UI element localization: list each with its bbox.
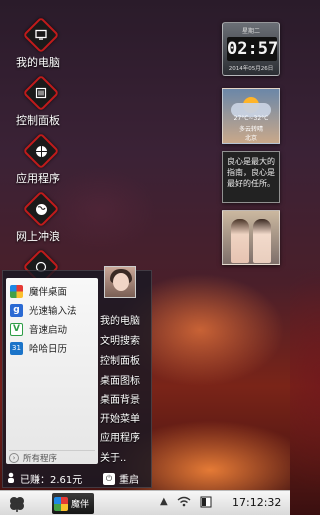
- menu-item-haha-calendar[interactable]: 31 哈哈日历: [10, 340, 67, 356]
- calendar-icon: 31: [10, 341, 23, 355]
- photo-widget[interactable]: [222, 210, 280, 265]
- computer-monitor-icon: [28, 22, 54, 48]
- taskbar-app-label: 魔伴: [71, 500, 90, 510]
- avatar-face: [113, 273, 129, 291]
- menu-item-label: 音速启动: [29, 325, 68, 336]
- weather-desc: 多云转晴: [238, 126, 263, 133]
- weather-widget[interactable]: 27°C~32°C 多云转晴 北京: [222, 88, 280, 144]
- tray-up-arrow-icon[interactable]: ▲: [160, 496, 168, 507]
- info-icon: [6, 472, 16, 486]
- start-menu-footer: 已赚：2.61元 ⏻ 重启: [2, 468, 152, 488]
- menu-right-desktop-bg[interactable]: 桌面背景: [100, 391, 140, 406]
- menu-item-guangsu-input[interactable]: g 光速输入法: [10, 302, 77, 318]
- photo-person: [231, 219, 249, 263]
- power-icon: ⏻: [103, 472, 115, 485]
- earned-display: 已赚：2.61元: [6, 471, 82, 486]
- mobanzhuomian-icon: [10, 284, 23, 298]
- menu-right-control-panel[interactable]: 控制面板: [100, 352, 140, 367]
- mobanzhuomian-icon: [54, 496, 68, 511]
- taskbar-clock[interactable]: 17:12:32: [232, 496, 281, 509]
- battery-icon[interactable]: [200, 495, 214, 512]
- v-launch-icon: V: [10, 322, 23, 336]
- taskbar: 魔伴 ▲ 17:12:32: [0, 490, 290, 515]
- menu-right-search[interactable]: 文明搜索: [100, 332, 140, 347]
- note-text: 良心是最大的 指南，良心是 最好的任所。: [227, 157, 275, 188]
- menu-right-start-menu[interactable]: 开始菜单: [100, 410, 140, 425]
- all-programs-label: 所有程序: [23, 454, 58, 464]
- clock-date: 2014年05月26日: [228, 66, 274, 72]
- clock-widget[interactable]: 星期二 02:57 2014年05月26日: [222, 22, 280, 76]
- menu-item-yinsu-launch[interactable]: V 音速启动: [10, 321, 67, 337]
- note-widget[interactable]: 良心是最大的 指南，良心是 最好的任所。: [222, 151, 280, 203]
- weather-temp: 27°C~32°C: [233, 115, 269, 122]
- menu-item-mobanzhuomian[interactable]: 魔伴桌面: [10, 283, 67, 299]
- weather-city: 北京: [244, 135, 257, 142]
- start-button[interactable]: [8, 495, 26, 513]
- clock-weekday: 星期二: [241, 28, 260, 35]
- desktop-icon-label: 网上冲浪: [16, 230, 60, 243]
- menu-right-desktop-icons[interactable]: 桌面图标: [100, 372, 140, 387]
- restart-button[interactable]: ⏻ 重启: [103, 471, 139, 486]
- desktop-icon-label: 应用程序: [16, 172, 60, 185]
- menu-right-my-computer[interactable]: 我的电脑: [100, 312, 140, 327]
- menu-item-label: 哈哈日历: [29, 344, 68, 355]
- earned-label: 已赚：2.61元: [20, 475, 83, 486]
- menu-right-about[interactable]: 关于..: [100, 449, 126, 464]
- wifi-icon[interactable]: [177, 496, 191, 510]
- control-panel-icon: [28, 80, 54, 106]
- clock-time: 02:57: [227, 37, 279, 61]
- menu-item-label: 光速输入法: [29, 306, 77, 317]
- globe-icon: [28, 196, 54, 222]
- restart-label: 重启: [119, 475, 139, 486]
- desktop-icon-label: 控制面板: [16, 114, 60, 127]
- arrow-right-icon: ›: [9, 453, 19, 463]
- clover-icon: [10, 497, 24, 512]
- photo-person: [253, 219, 271, 263]
- start-menu-program-list: 魔伴桌面 g 光速输入法 V 音速启动 31 哈哈日历 › 所有程序: [6, 278, 98, 464]
- desktop-icon-label: 我的电脑: [16, 56, 60, 69]
- menu-right-apps[interactable]: 应用程序: [100, 429, 140, 444]
- keyboard-g-icon: g: [10, 303, 23, 317]
- menu-item-label: 魔伴桌面: [29, 287, 68, 298]
- taskbar-app-moban[interactable]: 魔伴: [52, 493, 94, 514]
- all-programs-button[interactable]: › 所有程序: [9, 450, 95, 464]
- avatar[interactable]: [104, 266, 136, 298]
- apps-icon: [28, 138, 54, 164]
